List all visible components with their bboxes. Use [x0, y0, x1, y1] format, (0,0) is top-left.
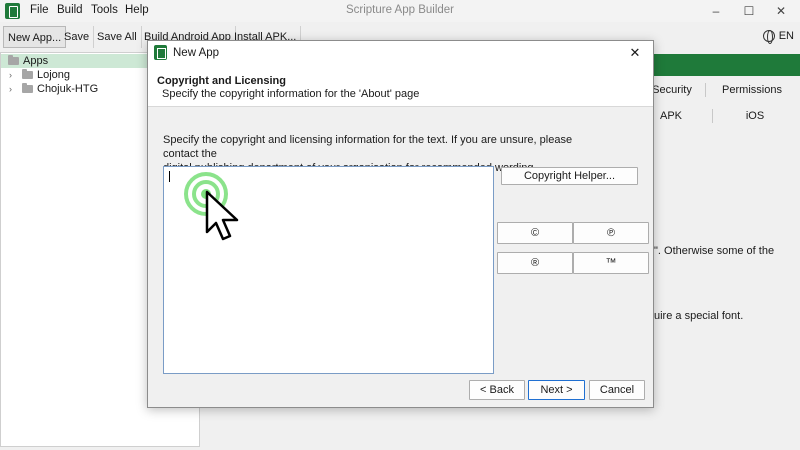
expand-chevron-icon[interactable]: › [9, 68, 12, 82]
wizard-step-description: Specify the copyright information for th… [162, 88, 420, 100]
sound-recording-symbol-button[interactable]: ℗ [573, 222, 649, 244]
text-caret [169, 171, 170, 182]
folder-icon [8, 55, 19, 65]
tree-item-label: Lojong [37, 69, 71, 81]
next-button[interactable]: Next > [528, 380, 585, 400]
window-titlebar: File Build Tools Help Scripture App Buil… [0, 0, 800, 22]
tab-apk[interactable]: APK [654, 110, 688, 122]
maximize-button[interactable]: ☐ [734, 2, 764, 20]
back-button[interactable]: < Back [469, 380, 525, 400]
tree-item-label: Chojuk-HTG [37, 83, 99, 95]
minimize-button[interactable]: – [701, 2, 731, 20]
tab-ios[interactable]: iOS [739, 110, 771, 122]
cancel-button[interactable]: Cancel [589, 380, 645, 400]
wizard-step-title: Copyright and Licensing [157, 75, 286, 87]
instructions-line: Specify the copyright and licensing info… [163, 134, 573, 160]
registered-symbol-button[interactable]: ® [497, 252, 573, 274]
mouse-pointer-icon [205, 190, 239, 241]
settings-text: uire a special font. [654, 310, 744, 322]
settings-text: ". Otherwise some of the [654, 245, 775, 257]
dialog-close-button[interactable]: ✕ [625, 44, 645, 62]
folder-icon [22, 69, 33, 79]
tab-permissions[interactable]: Permissions [719, 84, 785, 96]
language-label: EN [778, 30, 794, 42]
copyright-helper-button[interactable]: Copyright Helper... [501, 167, 638, 185]
tab-security[interactable]: Security [650, 84, 694, 96]
globe-icon [762, 30, 775, 44]
dialog-title: New App [173, 47, 220, 59]
new-app-button[interactable]: New App... [3, 26, 67, 48]
window-title: Scripture App Builder [345, 4, 455, 16]
tree-item-label: Apps [23, 55, 49, 67]
wizard-header: Copyright and Licensing Specify the copy… [148, 65, 653, 107]
copyright-symbol-button[interactable]: © [497, 222, 573, 244]
dialog-titlebar: New App ✕ [148, 41, 653, 65]
window-close-button[interactable]: ✕ [766, 2, 796, 20]
app-logo-icon [154, 45, 167, 60]
save-all-button[interactable]: Save All [93, 26, 142, 48]
expand-chevron-icon[interactable]: › [9, 82, 12, 96]
tab-separator [712, 109, 713, 123]
app-header-banner [654, 54, 800, 76]
language-selector[interactable]: EN [762, 30, 794, 44]
folder-icon [22, 83, 33, 93]
save-button[interactable]: Save [60, 26, 95, 48]
tab-separator [705, 83, 706, 97]
trademark-symbol-button[interactable]: ™ [573, 252, 649, 274]
